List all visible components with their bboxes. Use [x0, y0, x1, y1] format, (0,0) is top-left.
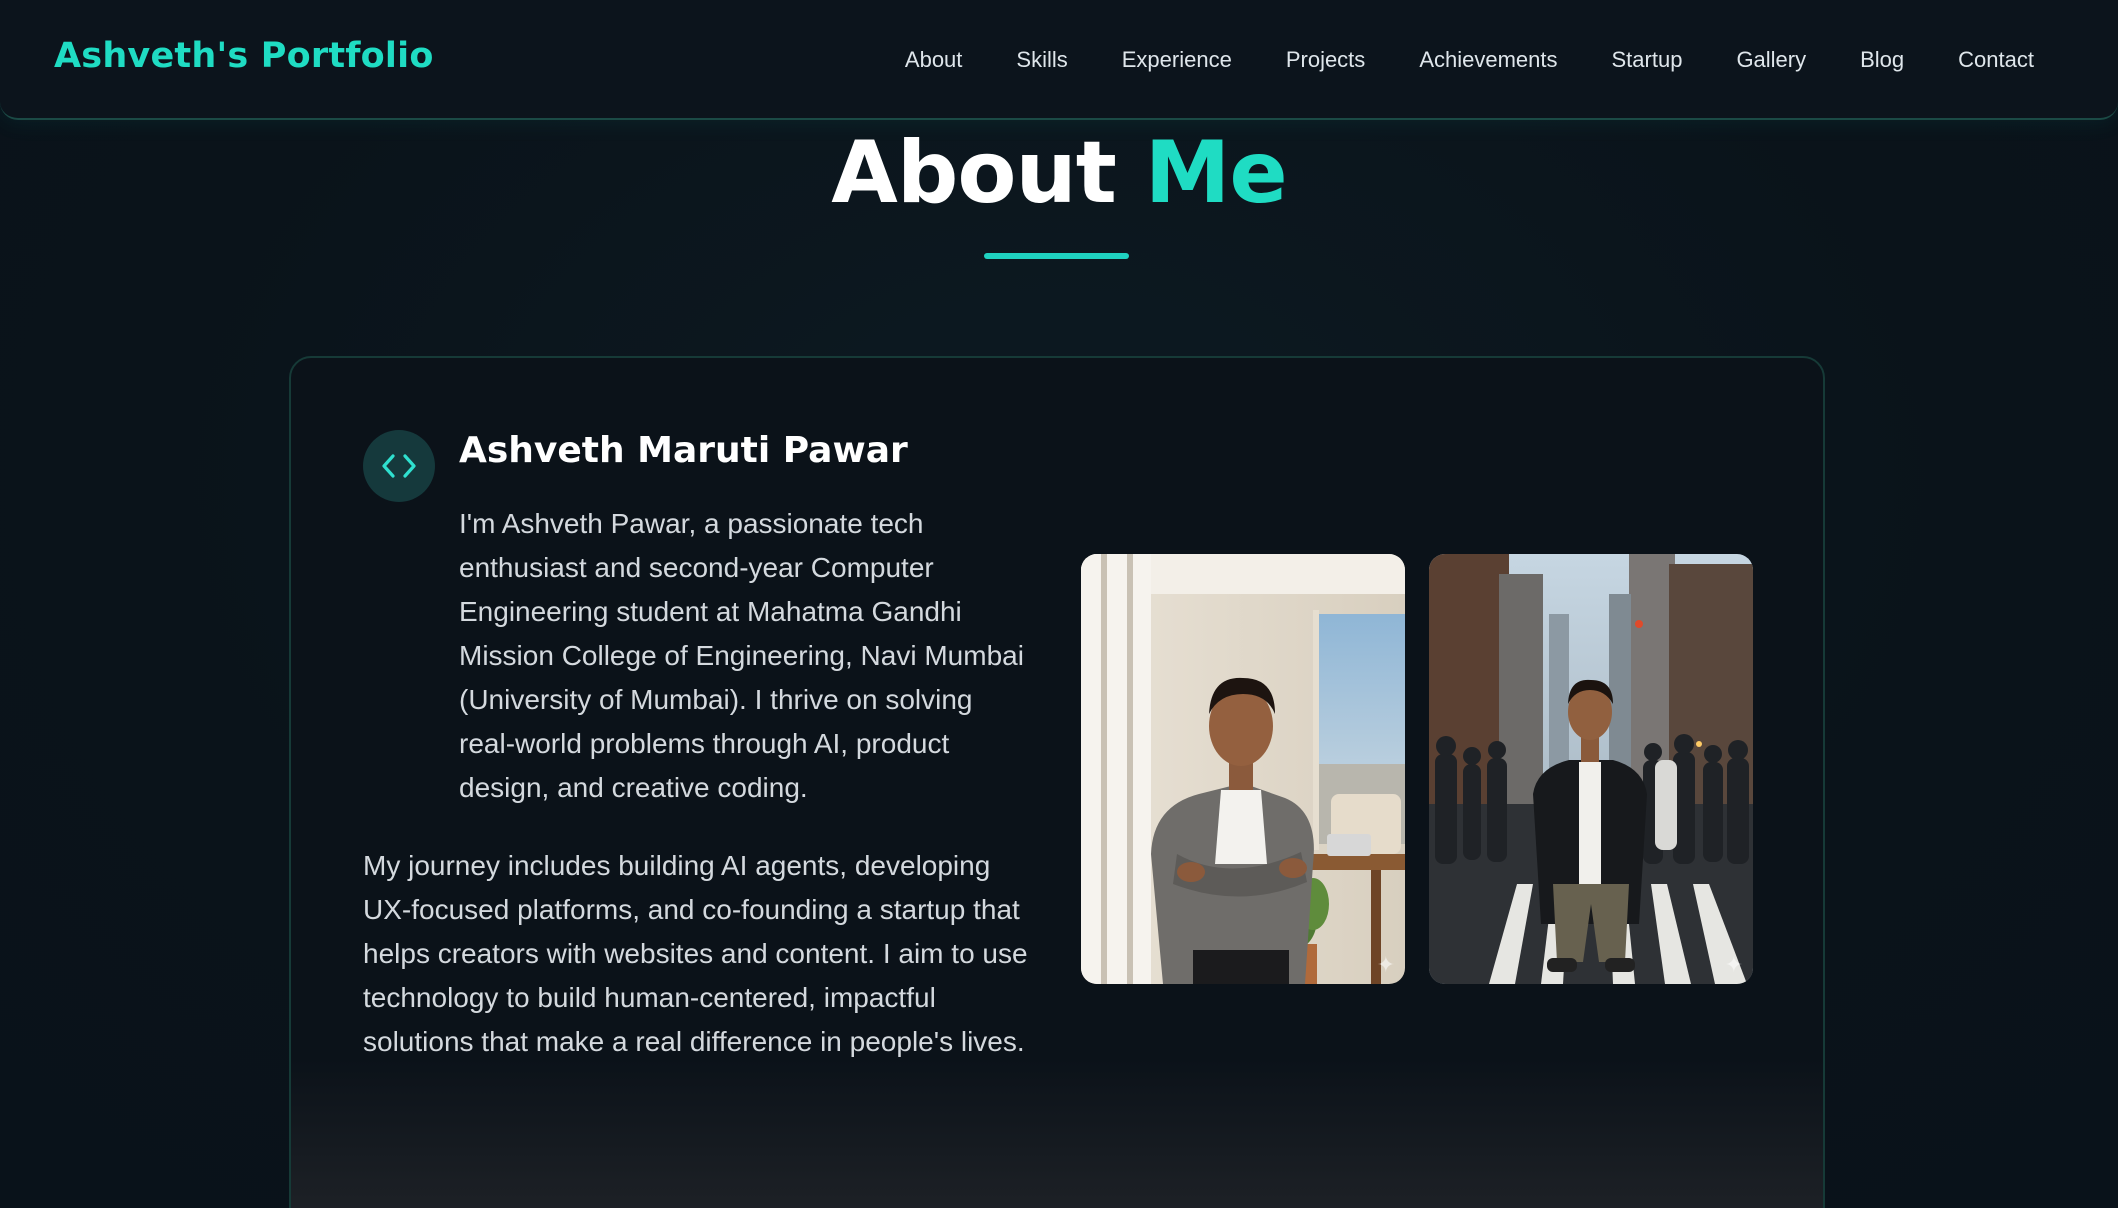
person-name: Ashveth Maruti Pawar [459, 430, 908, 471]
office-portrait-image [1081, 554, 1405, 984]
nav-link-experience[interactable]: Experience [1122, 47, 1232, 73]
nav-link-gallery[interactable]: Gallery [1736, 47, 1806, 73]
sparkle-icon: ✦ [1724, 953, 1743, 978]
about-paragraph-2: My journey includes building AI agents, … [363, 850, 1028, 1057]
photo-office-portrait: ✦ [1081, 554, 1405, 984]
about-paragraph-1: I'm Ashveth Pawar, a passionate tech ent… [459, 508, 1024, 803]
title-underline [984, 253, 1129, 259]
photo-street-portrait: ✦ [1429, 554, 1753, 984]
nav-link-projects[interactable]: Projects [1286, 47, 1365, 73]
code-icon [382, 454, 416, 478]
top-navbar: Ashveth's Portfolio About Skills Experie… [0, 0, 2118, 120]
code-badge [363, 430, 435, 502]
nav-link-blog[interactable]: Blog [1860, 47, 1904, 73]
section-title-accent: Me [1144, 123, 1288, 223]
section-title-main: About [831, 123, 1117, 223]
nav-link-skills[interactable]: Skills [1016, 47, 1067, 73]
nav-link-about[interactable]: About [905, 47, 963, 73]
brand-logo[interactable]: Ashveth's Portfolio [54, 36, 434, 76]
section-title: About Me [0, 118, 2118, 228]
sparkle-icon: ✦ [1376, 953, 1395, 978]
nav-link-contact[interactable]: Contact [1958, 47, 2034, 73]
nav-link-startup[interactable]: Startup [1612, 47, 1683, 73]
nav-links: About Skills Experience Projects Achieve… [905, 47, 2034, 73]
about-card: Ashveth Maruti Pawar I'm Ashveth Pawar, … [289, 356, 1825, 1208]
street-portrait-image [1429, 554, 1753, 984]
nav-link-achievements[interactable]: Achievements [1419, 47, 1557, 73]
